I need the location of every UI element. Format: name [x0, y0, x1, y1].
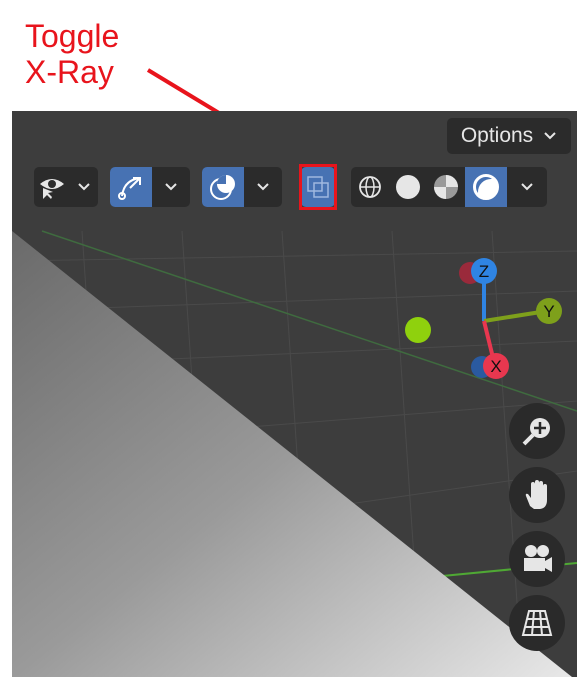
chevron-down-icon[interactable]	[507, 167, 547, 207]
options-button[interactable]: Options	[447, 118, 571, 154]
gizmo-toggle[interactable]	[110, 167, 190, 207]
options-label: Options	[460, 124, 534, 147]
overlays-icon	[202, 167, 244, 207]
rendered-shading-button[interactable]	[465, 167, 507, 207]
x-axis-label: X	[490, 357, 501, 376]
eye-icon	[34, 167, 70, 207]
camera-icon	[524, 545, 552, 572]
chevron-down-icon	[544, 132, 556, 140]
chevron-down-icon[interactable]	[244, 167, 282, 207]
selectability-visibility-dropdown[interactable]	[34, 167, 98, 207]
overlays-toggle[interactable]	[202, 167, 282, 207]
xray-highlight-box	[299, 164, 337, 210]
origin-point-marker	[405, 317, 431, 343]
grid-perspective-icon	[521, 610, 553, 636]
navigation-gizmo[interactable]: Z Y X	[452, 251, 572, 381]
zoom-button[interactable]	[509, 403, 565, 459]
z-axis-label: Z	[479, 262, 489, 281]
orthographic-toggle-button[interactable]	[509, 595, 565, 651]
rendered-icon	[473, 174, 499, 200]
pan-button[interactable]	[509, 467, 565, 523]
chevron-down-icon	[70, 167, 98, 207]
solid-icon	[396, 175, 420, 199]
wireframe-shading-button[interactable]	[351, 167, 389, 207]
3d-viewport[interactable]: Options Z Y X	[12, 111, 577, 677]
shading-mode-group	[351, 167, 547, 207]
zoom-icon	[522, 418, 550, 446]
hand-icon	[525, 480, 547, 509]
material-preview-shading-button[interactable]	[427, 167, 465, 207]
solid-shading-button[interactable]	[389, 167, 427, 207]
y-axis-label: Y	[543, 302, 554, 321]
camera-view-button[interactable]	[509, 531, 565, 587]
material-preview-icon	[434, 175, 458, 199]
chevron-down-icon[interactable]	[152, 167, 190, 207]
gizmo-icon	[110, 167, 152, 207]
wireframe-icon	[359, 176, 381, 198]
